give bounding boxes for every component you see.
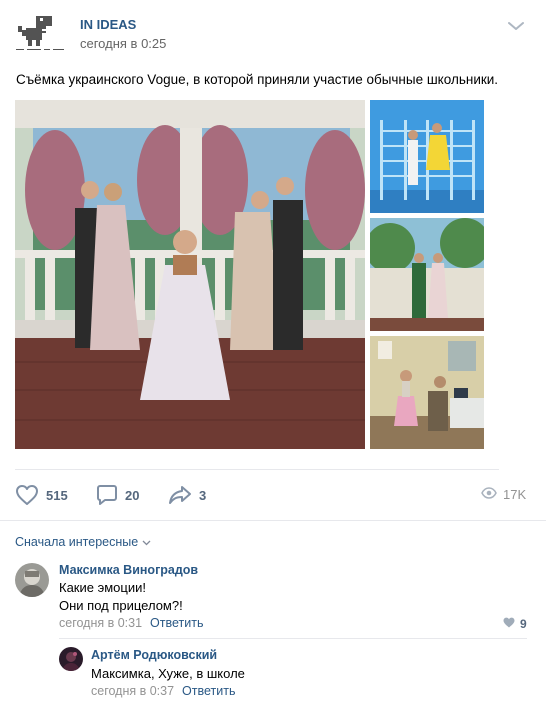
reply-button[interactable]: Ответить: [150, 616, 203, 630]
like-count: 515: [46, 487, 68, 503]
views-count: 17K: [503, 487, 527, 502]
post-photo-thumb[interactable]: [370, 100, 484, 213]
comment-like-button[interactable]: 9: [503, 617, 527, 631]
share-count: 3: [199, 487, 207, 503]
comment-count: 20: [125, 487, 140, 503]
comment-meta: сегодня в 0:37 Ответить: [91, 684, 235, 698]
comment-text: Они под прицелом?!: [59, 598, 183, 613]
post-photo-main[interactable]: [15, 100, 365, 449]
share-button[interactable]: 3: [168, 484, 206, 506]
pixel-dinosaur-icon[interactable]: [16, 14, 64, 52]
separator: [0, 520, 546, 521]
comment-text: Какие эмоции!: [59, 580, 146, 595]
comment-text: Максимка, Хуже, в школе: [91, 666, 245, 681]
chevron-down-icon: [142, 535, 151, 549]
reply-button[interactable]: Ответить: [182, 684, 235, 698]
comment-author-link[interactable]: Максимка Виноградов: [59, 563, 198, 577]
comment-meta: сегодня в 0:31 Ответить: [59, 616, 203, 630]
post-photo-thumb[interactable]: [370, 218, 484, 331]
separator: [59, 638, 527, 639]
like-button[interactable]: 515: [15, 484, 68, 506]
heart-icon: [503, 617, 515, 631]
avatar[interactable]: [59, 647, 83, 671]
wall-post: IN IDEAS сегодня в 0:25 Съёмка украинско…: [0, 0, 546, 711]
heart-icon: [15, 484, 39, 506]
comment-timestamp[interactable]: сегодня в 0:31: [59, 616, 142, 630]
comments-sort-label: Сначала интересные: [15, 535, 139, 549]
avatar[interactable]: [15, 563, 49, 597]
chevron-down-icon[interactable]: [506, 18, 526, 34]
post-timestamp[interactable]: сегодня в 0:25: [80, 36, 166, 51]
comment-like-count: 9: [520, 617, 527, 631]
comment-timestamp[interactable]: сегодня в 0:37: [91, 684, 174, 698]
comments-sort-dropdown[interactable]: Сначала интересные: [15, 535, 151, 549]
eye-icon: [481, 487, 497, 502]
group-name-link[interactable]: IN IDEAS: [80, 17, 136, 32]
post-text: Съёмка украинского Vogue, в которой прин…: [16, 72, 499, 87]
comment-button[interactable]: 20: [96, 484, 139, 506]
views-counter: 17K: [481, 487, 526, 502]
separator: [15, 469, 499, 470]
comment-author-link[interactable]: Артём Родюковский: [91, 648, 217, 662]
share-arrow-icon: [168, 484, 192, 506]
comment-bubble-icon: [96, 484, 118, 506]
post-photo-thumb[interactable]: [370, 336, 484, 449]
